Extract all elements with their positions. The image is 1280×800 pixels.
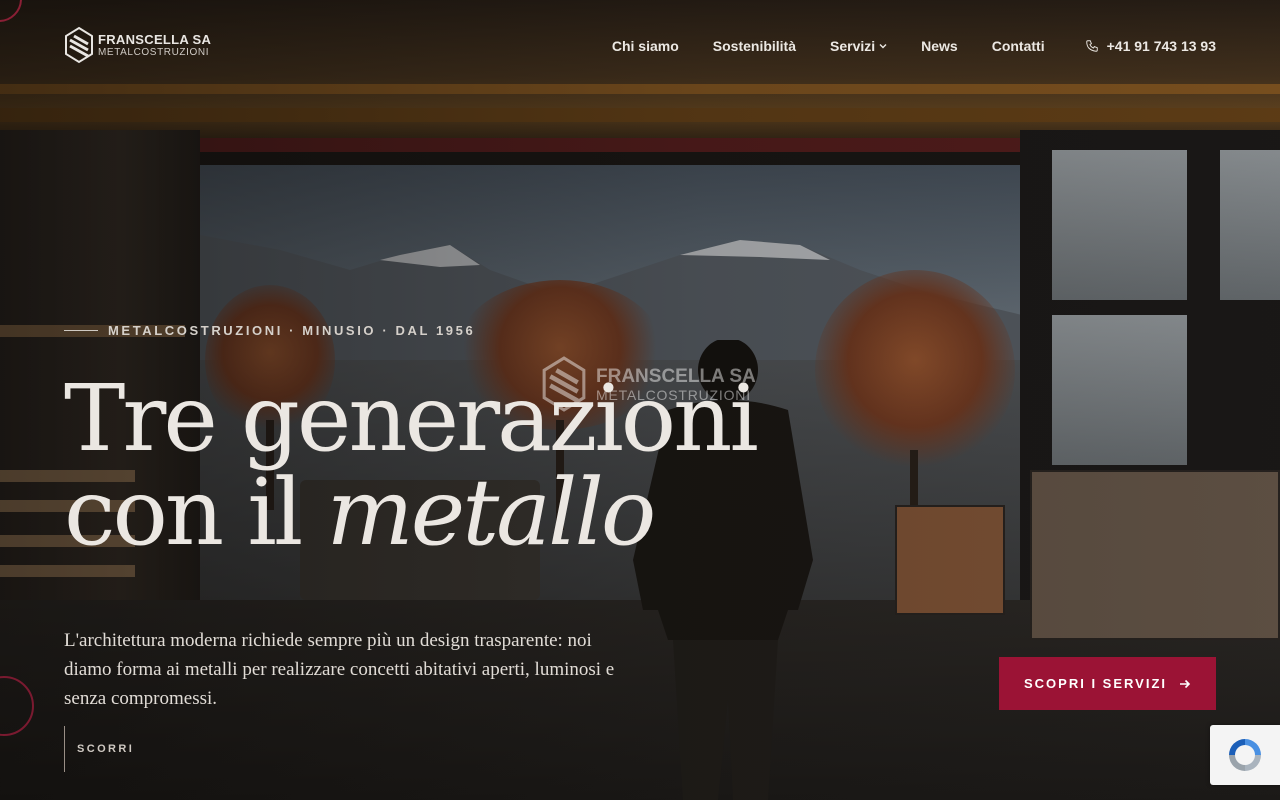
nav-item-chi-siamo[interactable]: Chi siamo <box>612 38 679 54</box>
headline-emphasis: metallo <box>326 459 657 566</box>
headline-line-1: Tre generazioni <box>64 365 759 472</box>
nav-item-news[interactable]: News <box>921 38 958 54</box>
scroll-indicator[interactable]: SCORRI <box>64 726 134 772</box>
scroll-label: SCORRI <box>77 743 135 755</box>
cta-label: SCOPRI I SERVIZI <box>1023 676 1167 691</box>
phone-link[interactable]: +41 91 743 13 93 <box>1085 38 1216 54</box>
nav-item-label: Servizi <box>830 38 876 54</box>
main-nav: Chi siamo Sostenibilità Servizi News Con… <box>612 38 1216 54</box>
logo-icon <box>65 26 93 64</box>
nav-item-contatti[interactable]: Contatti <box>992 38 1045 54</box>
headline-line-2: con il metallo <box>64 466 756 560</box>
brand-name: FRANSCELLA SA <box>98 31 212 47</box>
discover-services-button[interactable]: SCOPRI I SERVIZI <box>999 657 1216 710</box>
brand-subtitle: METALCOSTRUZIONI <box>98 46 210 58</box>
phone-icon <box>1085 40 1098 52</box>
arrow-right-icon <box>1180 679 1191 688</box>
brand-logo[interactable]: FRANSCELLA SA METALCOSTRUZIONI <box>64 26 211 64</box>
nav-item-sostenibilita[interactable]: Sostenibilità <box>713 38 796 54</box>
recaptcha-icon <box>1229 739 1261 771</box>
eyebrow-divider <box>64 330 98 331</box>
hero-headline: Tre generazioni con il metallo <box>64 365 759 560</box>
hero-eyebrow: METALCOSTRUZIONI · MINUSIO · DAL 1956 <box>64 323 475 338</box>
chevron-down-icon <box>879 44 887 49</box>
hero-lead: L'architettura moderna richiede sempre p… <box>64 630 615 709</box>
headline-line-2-prefix: con il <box>64 459 327 566</box>
recaptcha-badge[interactable] <box>1210 725 1280 785</box>
nav-item-servizi[interactable]: Servizi <box>830 38 887 54</box>
phone-number: +41 91 743 13 93 <box>1106 38 1216 54</box>
logo-wordmark: FRANSCELLA SA METALCOSTRUZIONI <box>98 33 211 58</box>
eyebrow-text: METALCOSTRUZIONI · MINUSIO · DAL 1956 <box>108 323 476 338</box>
